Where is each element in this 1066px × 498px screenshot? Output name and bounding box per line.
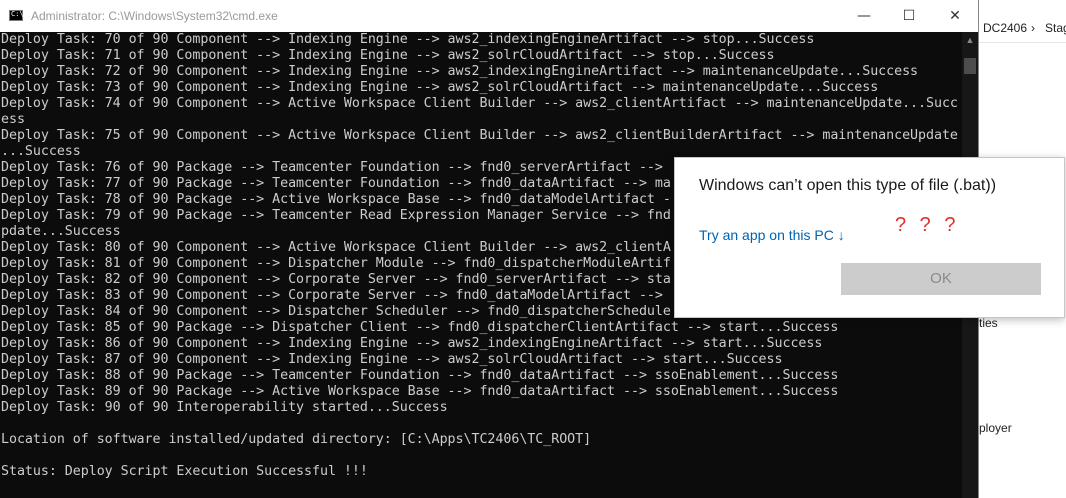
console-line: Deploy Task: 83 of 90 Component --> Corp… [1,288,663,303]
dialog-message: Windows can’t open this type of file (.b… [699,177,997,194]
address-segment[interactable]: DC2406 [983,21,1027,35]
try-app-link[interactable]: Try an app on this PC ↓ [699,227,845,243]
maximize-button[interactable]: ☐ [886,0,932,32]
console-line: Deploy Task: 79 of 90 Package --> Teamce… [1,208,671,223]
console-line: Deploy Task: 75 of 90 Component --> Acti… [1,128,958,143]
console-line: Deploy Task: 85 of 90 Package --> Dispat… [1,320,839,335]
console-line: Deploy Task: 80 of 90 Component --> Acti… [1,240,671,255]
console-line: Deploy Task: 78 of 90 Package --> Active… [1,192,671,207]
console-line: Deploy Task: 90 of 90 Interoperability s… [1,400,448,415]
console-line: Deploy Task: 72 of 90 Component --> Inde… [1,64,919,79]
console-line: Deploy Task: 70 of 90 Component --> Inde… [1,32,815,47]
side-item[interactable]: ployer [979,421,1012,435]
console-line: Deploy Task: 84 of 90 Component --> Disp… [1,304,671,319]
console-line: Deploy Task: 82 of 90 Component --> Corp… [1,272,671,287]
open-with-dialog: Windows can’t open this type of file (.b… [674,157,1065,318]
title-bar[interactable]: Administrator: C:\Windows\System32\cmd.e… [0,0,978,32]
console-line: pdate...Success [1,224,121,239]
scroll-thumb[interactable] [964,58,976,74]
window-title: Administrator: C:\Windows\System32\cmd.e… [31,9,278,23]
scroll-up-arrow-icon[interactable]: ▲ [962,32,978,48]
ok-button[interactable]: OK [841,263,1041,295]
console-line: Deploy Task: 89 of 90 Package --> Active… [1,384,839,399]
question-marks-annotation: ? ? ? [895,214,960,236]
address-segment[interactable]: Stag [1045,21,1066,35]
console-line: Deploy Task: 87 of 90 Component --> Inde… [1,352,783,367]
console-line: Deploy Task: 76 of 90 Package --> Teamce… [1,160,663,175]
address-bar[interactable]: DC2406 › Stag [979,14,1066,43]
console-line: Deploy Task: 77 of 90 Package --> Teamce… [1,176,671,191]
minimize-button[interactable]: — [841,0,887,32]
console-line: Location of software installed/updated d… [1,432,592,447]
console-line: Deploy Task: 73 of 90 Component --> Inde… [1,80,879,95]
console-line: ess [1,112,25,127]
console-line: Deploy Task: 71 of 90 Component --> Inde… [1,48,775,63]
console-line: Deploy Task: 74 of 90 Component --> Acti… [1,96,958,111]
side-item[interactable]: ties [979,316,998,330]
console-line: Deploy Task: 86 of 90 Component --> Inde… [1,336,823,351]
cmd-icon [9,10,24,21]
console-line: Deploy Task: 88 of 90 Package --> Teamce… [1,368,839,383]
address-separator-icon: › [1031,21,1035,35]
console-line: ...Success [1,144,81,159]
console-line: Status: Deploy Script Execution Successf… [1,464,368,479]
close-button[interactable]: ✕ [932,0,978,32]
console-line: Deploy Task: 81 of 90 Component --> Disp… [1,256,671,271]
